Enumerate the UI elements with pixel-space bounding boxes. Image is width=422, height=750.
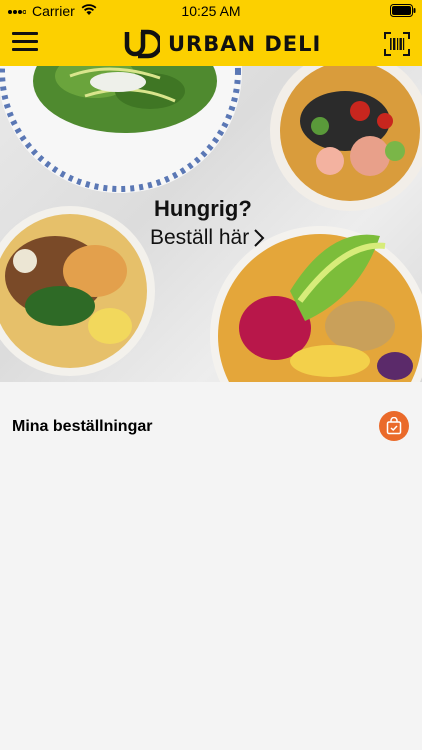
barcode-scanner-icon xyxy=(384,32,410,56)
urban-deli-logo: URBAN DELI xyxy=(124,28,321,60)
noodle-bowl-image xyxy=(270,66,422,211)
barcode-scanner-button[interactable] xyxy=(384,32,410,56)
hero-text: Hungrig? Beställ här xyxy=(150,196,265,250)
chicken-bowl-image xyxy=(0,206,155,376)
my-orders-section: Mina beställningar xyxy=(0,398,422,458)
pasta-plate-image xyxy=(0,66,242,193)
menu-icon-line xyxy=(12,40,38,43)
menu-icon-line xyxy=(12,32,38,35)
ud-monogram-icon xyxy=(124,29,160,59)
menu-button[interactable] xyxy=(12,32,38,54)
order-now-banner[interactable]: Hungrig? Beställ här xyxy=(0,66,422,382)
order-here-label: Beställ här xyxy=(150,226,250,249)
logo-text: URBAN DELI xyxy=(168,32,322,56)
status-time: 10:25 AM xyxy=(181,3,241,19)
battery-icon xyxy=(390,4,416,20)
status-bar: Carrier 10:25 AM xyxy=(0,0,422,22)
order-here-link[interactable]: Beställ här xyxy=(150,226,265,250)
my-orders-title: Mina beställningar xyxy=(12,418,153,435)
hero-title: Hungrig? xyxy=(154,196,252,221)
my-orders-button[interactable] xyxy=(379,411,409,441)
menu-icon-line xyxy=(12,48,38,51)
nav-bar: URBAN DELI xyxy=(0,22,422,66)
shopping-bag-check-icon xyxy=(386,417,402,435)
chevron-right-icon xyxy=(254,229,265,247)
